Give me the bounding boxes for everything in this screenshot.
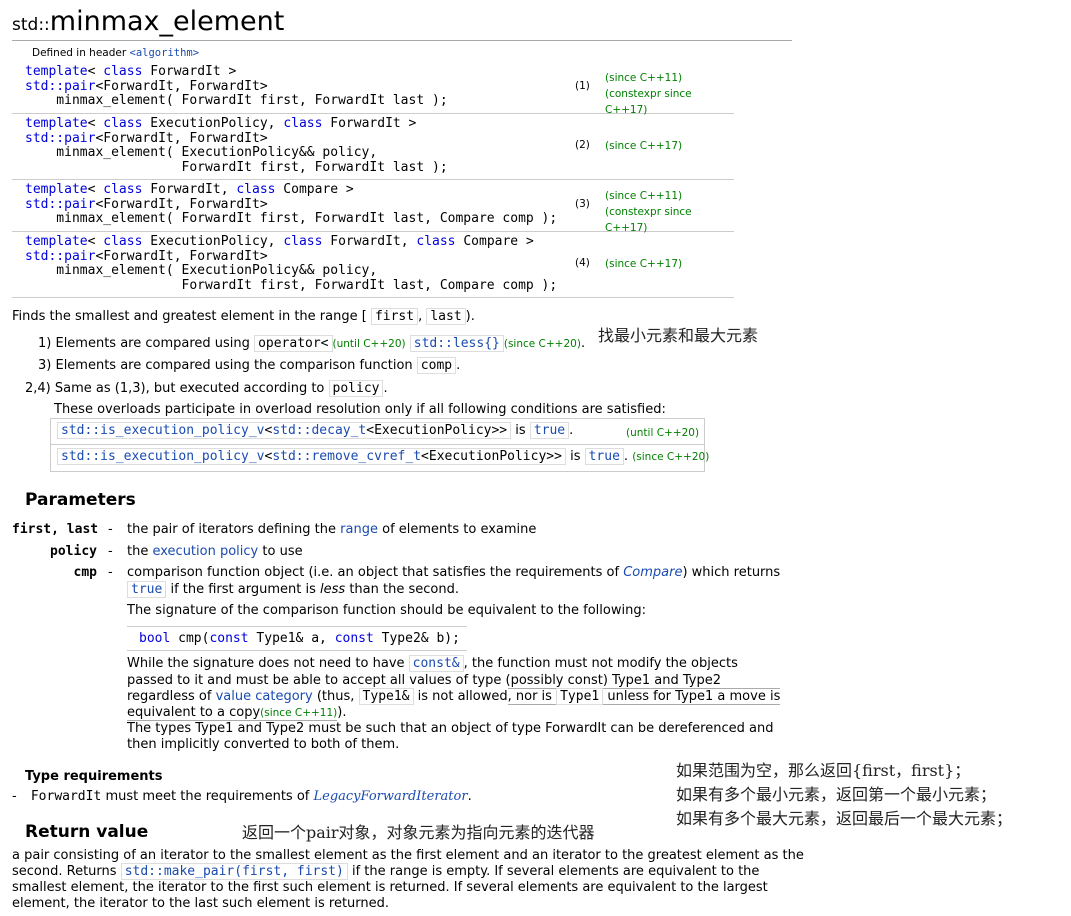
return-line-4: element, the iterator to the last such e…: [12, 896, 390, 911]
item-2-4: 2,4) Same as (1,3), but executed accordi…: [25, 380, 388, 397]
annotation-rule-1: 如果范围为空，那么返回{first，first}；: [676, 761, 971, 780]
declaration-3: template< class ForwardIt, class Compare…: [12, 179, 734, 234]
sig-intro: The signature of the comparison function…: [127, 603, 646, 618]
page-title: std::minmax_element: [12, 6, 285, 37]
signature-code: bool cmp(const Type1& a, const Type2& b)…: [139, 631, 460, 646]
header-line: Defined in header <algorithm>: [32, 47, 200, 59]
param-dash: -: [108, 544, 113, 559]
link-is-execution-policy[interactable]: std::is_execution_policy_v<std::decay_t<…: [57, 422, 512, 439]
decl-number: (1): [575, 80, 590, 92]
version-badge: (since C++11): [605, 190, 683, 202]
param-dash: -: [108, 565, 113, 580]
declaration-1: template< class ForwardIt > std::pair<Fo…: [12, 61, 734, 116]
condition-divider: [51, 444, 704, 445]
version-badge: (since C++11): [605, 72, 683, 84]
declaration-2: template< class ExecutionPolicy, class F…: [12, 113, 734, 180]
item-3: 3) Elements are compared using the compa…: [38, 357, 461, 374]
type-req-heading: Type requirements: [25, 769, 163, 784]
code-operator-less: operator<: [254, 335, 333, 352]
link-execution-policy[interactable]: execution policy: [152, 544, 258, 559]
param-desc: the pair of iterators defining the range…: [127, 522, 537, 537]
code-const-ref: const&: [408, 655, 464, 672]
code-first: first: [370, 308, 419, 325]
while-line-2: passed to it and must be able to accept …: [127, 673, 722, 688]
while-line-3: regardless of value category (thus, Type…: [127, 688, 781, 705]
decl-number: (4): [575, 257, 590, 269]
link-true[interactable]: true: [584, 448, 624, 465]
declaration-4: template< class ExecutionPolicy, class F…: [12, 231, 734, 298]
condition-2: std::is_execution_policy_v<std::remove_c…: [57, 448, 710, 465]
types-line-2: then implicitly converted to both of the…: [127, 737, 400, 752]
overload-note: These overloads participate in overload …: [54, 402, 666, 417]
decl-number: (3): [575, 198, 590, 210]
return-heading: Return value: [25, 822, 149, 842]
param-name: cmp: [73, 565, 97, 580]
annotation-rule-3: 如果有多个最大元素，返回最后一个最大元素；: [676, 809, 1013, 828]
link-is-execution-policy[interactable]: std::is_execution_policy_v<std::remove_c…: [57, 448, 566, 465]
code-last: last: [426, 308, 466, 325]
item-1: 1) Elements are compared using operator<…: [38, 335, 586, 352]
intro-text: Finds the smallest and greatest element …: [12, 308, 475, 325]
code-policy: policy: [328, 380, 384, 397]
version-badge: (since C++20): [632, 451, 710, 463]
version-badge: (since C++17): [605, 258, 683, 270]
param-dash: -: [108, 522, 113, 537]
return-line-2: second. Returns std::make_pair(first, fi…: [12, 863, 760, 880]
version-badge: (until C++20): [332, 338, 406, 350]
while-line-4: equivalent to a copy(since C++11)).: [127, 705, 347, 721]
param-desc-cont: true if the first argument is less than …: [127, 581, 459, 598]
param-desc: comparison function object (i.e. an obje…: [127, 565, 781, 580]
code-comp: comp: [416, 357, 457, 374]
link-compare[interactable]: Compare: [623, 565, 682, 580]
link-true[interactable]: true: [127, 581, 167, 598]
link-true[interactable]: true: [529, 422, 570, 439]
signature-box: bool cmp(const Type1& a, const Type2& b)…: [127, 626, 467, 651]
conditions-box: std::is_execution_policy_v<std::decay_t<…: [50, 418, 709, 472]
link-std-less[interactable]: std::less{}: [409, 335, 504, 352]
param-desc: the execution policy to use: [127, 544, 303, 559]
types-line-1: The types Type1 and Type2 must be such t…: [127, 721, 774, 736]
param-name: first, last: [12, 522, 99, 537]
annotation-rule-2: 如果有多个最小元素，返回第一个最小元素；: [676, 785, 997, 804]
version-badge: (until C++20): [626, 427, 700, 439]
condition-1: std::is_execution_policy_v<std::decay_t<…: [57, 422, 573, 439]
header-link[interactable]: <algorithm>: [130, 47, 200, 59]
version-badge: (since C++11): [260, 707, 338, 719]
title-rule: [12, 40, 792, 41]
return-line-3: smallest element, the iterator to the fi…: [12, 880, 768, 895]
link-legacy-forward-iterator[interactable]: LegacyForwardIterator: [314, 789, 468, 804]
link-make-pair[interactable]: std::make_pair(first, first): [120, 863, 348, 880]
decl-number: (2): [575, 139, 590, 151]
parameters-heading: Parameters: [25, 490, 136, 510]
version-badge: (since C++17): [605, 140, 683, 152]
param-name: policy: [50, 544, 97, 559]
while-line-1: While the signature does not need to hav…: [127, 655, 738, 672]
link-value-category[interactable]: value category: [216, 689, 313, 704]
version-badge: (since C++20): [503, 338, 581, 350]
type-req-line: - ForwardIt must meet the requirements o…: [12, 789, 472, 804]
annotation-return: 返回一个pair对象，对象元素为指向元素的迭代器: [242, 823, 595, 842]
return-line-1: a pair consisting of an iterator to the …: [12, 848, 804, 863]
annotation-find: 找最小元素和最大元素: [598, 326, 759, 345]
link-range[interactable]: range: [340, 522, 378, 537]
